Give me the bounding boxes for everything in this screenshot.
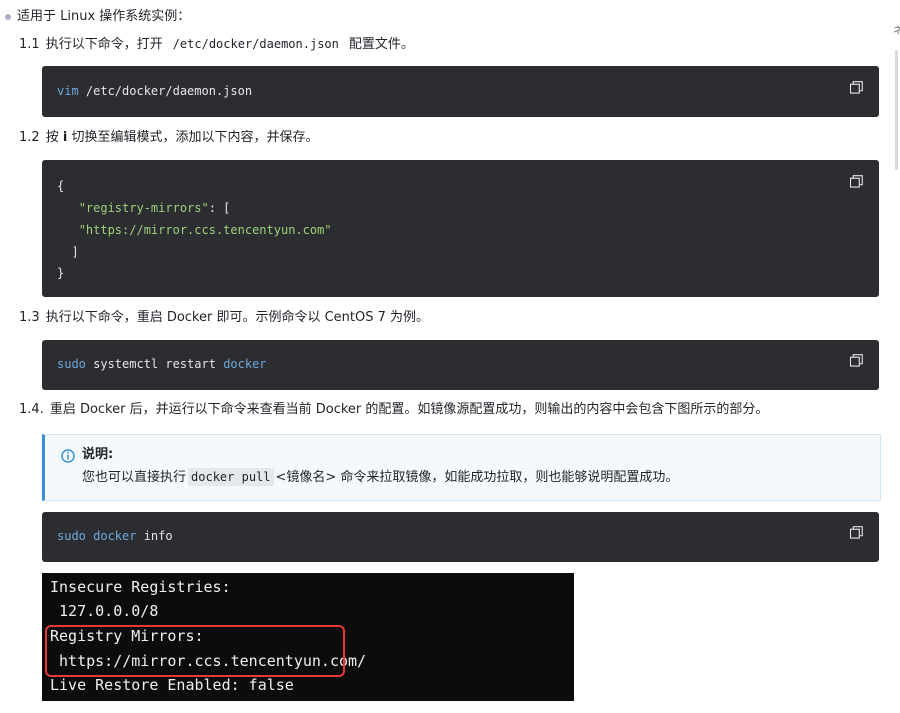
code-keyword: sudo xyxy=(57,529,86,543)
copy-icon[interactable] xyxy=(850,526,863,539)
copy-icon[interactable] xyxy=(850,81,863,94)
code-block-restart: sudo systemctl restart docker xyxy=(42,340,879,390)
note-inline-code: docker pull xyxy=(188,468,274,486)
code-keyword: vim xyxy=(57,84,79,98)
scrollbar[interactable] xyxy=(895,50,898,170)
step-text: 切换至编辑模式，添加以下内容，并保存。 xyxy=(71,130,319,145)
note-title: 说明: xyxy=(82,447,114,462)
code-arg: /etc/docker/daemon.json xyxy=(78,84,253,98)
highlight-box xyxy=(45,625,345,677)
code-keyword: docker xyxy=(223,357,267,371)
inline-code-path: /etc/docker/daemon.json xyxy=(172,37,339,51)
code-block-vim: vim /etc/docker/daemon.json xyxy=(42,66,879,117)
terminal-line: 127.0.0.0/8 xyxy=(50,602,159,620)
edge-glyph: ネ xyxy=(893,26,900,37)
note-text-after: <镜像名> 命令来拉取镜像，如能成功拉取，则也能够说明配置成功。 xyxy=(275,470,679,485)
terminal-line: Live Restore Enabled: false xyxy=(50,676,294,694)
code-line: "registry-mirrors": [ xyxy=(57,197,231,219)
code-line: sudo docker info xyxy=(57,525,173,547)
code-line: { xyxy=(57,179,65,193)
note-box: 说明: 您也可以直接执行 docker pull <镜像名> 命令来拉取镜像，如能成… xyxy=(42,434,881,501)
step-1-4: 1.4. 重启 Docker 后，并运行以下命令来查看当前 Docker 的配置。… xyxy=(19,401,768,419)
step-text-before: 执行以下命令，打开 xyxy=(45,37,163,52)
info-circle-icon xyxy=(61,449,75,463)
step-number: 1.1 xyxy=(19,37,40,52)
code-cmd: systemctl restart xyxy=(85,357,224,371)
step-number: 1.4. xyxy=(19,402,44,417)
code-line: "https://mirror.ccs.tencentyun.com" xyxy=(57,219,332,241)
intro-text: 适用于 Linux 操作系统实例： xyxy=(17,9,191,24)
code-block-info: sudo docker info xyxy=(42,512,879,562)
step-number: 1.2 xyxy=(19,130,40,145)
code-line: } xyxy=(57,266,65,280)
copy-icon[interactable] xyxy=(850,354,863,367)
code-arg: info xyxy=(143,529,173,543)
code-block-json: { "registry-mirrors": [ "https://mirror.… xyxy=(42,160,879,297)
json-key: "registry-mirrors" xyxy=(78,201,209,215)
note-body: 您也可以直接执行 docker pull <镜像名> 命令来拉取镜像，如能成功拉取，… xyxy=(82,468,678,487)
code-line: ] xyxy=(57,241,79,263)
step-1-2: 1.2 按 i 切换至编辑模式，添加以下内容，并保存。 xyxy=(19,129,318,147)
step-prefix: 按 xyxy=(45,130,59,145)
key-label: i xyxy=(62,130,68,145)
json-url: "https://mirror.ccs.tencentyun.com" xyxy=(78,223,332,237)
json-colon: : [ xyxy=(208,201,231,215)
copy-icon[interactable] xyxy=(850,175,863,188)
step-1-1: 1.1 执行以下命令，打开/etc/docker/daemon.json 配置文件。 xyxy=(19,35,414,54)
code-line: sudo systemctl restart docker xyxy=(57,353,267,375)
note-text-before: 您也可以直接执行 xyxy=(82,470,187,485)
step-text: 执行以下命令，重启 Docker 即可。示例命令以 CentOS 7 为例。 xyxy=(45,310,430,325)
terminal-line: Insecure Registries: xyxy=(50,578,231,596)
step-text: 重启 Docker 后，并运行以下命令来查看当前 Docker 的配置。如镜像源… xyxy=(49,402,769,417)
step-number: 1.3 xyxy=(19,310,40,325)
step-text-after: 配置文件。 xyxy=(348,37,414,52)
step-1-3: 1.3 执行以下命令，重启 Docker 即可。示例命令以 CentOS 7 为例… xyxy=(19,309,429,327)
code-keyword: docker xyxy=(85,529,144,543)
json-close-bracket: ] xyxy=(71,245,79,259)
bullet-dot xyxy=(5,14,11,20)
code-keyword: sudo xyxy=(57,357,86,371)
code-line: vim /etc/docker/daemon.json xyxy=(57,80,252,102)
